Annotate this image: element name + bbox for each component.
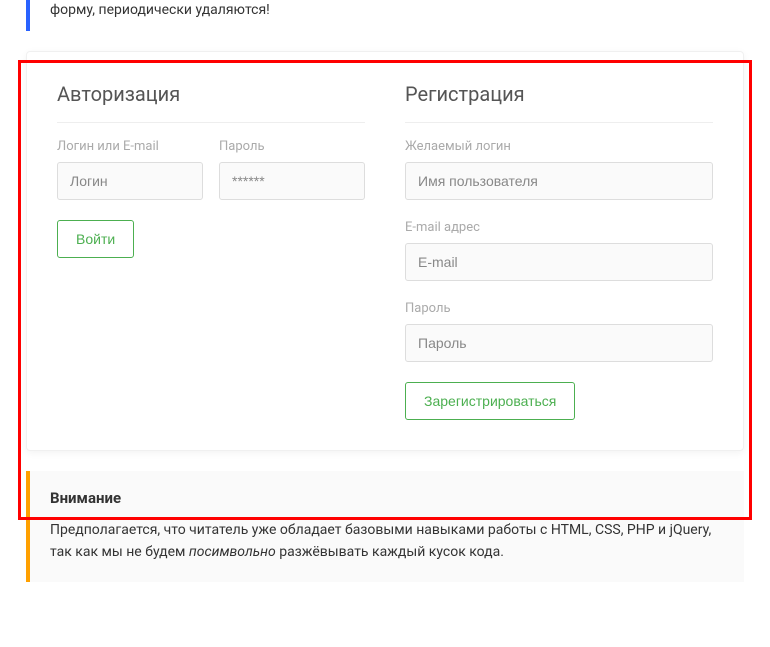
register-email-input[interactable] (405, 243, 713, 281)
top-notice: форму, периодически удаляются! (26, 0, 744, 31)
auth-password-label: Пароль (219, 139, 365, 154)
warning-text-after: разжёвывать каждый кусок кода. (276, 544, 504, 560)
warning-notice: Внимание Предполагается, что читатель уж… (26, 471, 744, 582)
register-password-input[interactable] (405, 324, 713, 362)
register-email-label: E-mail адрес (405, 220, 713, 235)
auth-login-input[interactable] (57, 162, 203, 200)
auth-password-input[interactable] (219, 162, 365, 200)
warning-text-italic: посимвольно (189, 544, 276, 560)
auth-login-label: Логин или E-mail (57, 139, 203, 154)
register-login-label: Желаемый логин (405, 139, 713, 154)
warning-text: Предполагается, что читатель уже обладае… (50, 519, 724, 564)
register-login-input[interactable] (405, 162, 713, 200)
auth-title: Авторизация (57, 82, 365, 123)
register-password-label: Пароль (405, 301, 713, 316)
top-notice-text: форму, периодически удаляются! (50, 2, 270, 18)
auth-column: Авторизация Логин или E-mail Пароль Войт… (57, 82, 365, 420)
register-button[interactable]: Зарегистрироваться (405, 382, 575, 420)
register-column: Регистрация Желаемый логин E-mail адрес … (405, 82, 713, 420)
warning-title: Внимание (50, 489, 724, 507)
register-title: Регистрация (405, 82, 713, 123)
login-button[interactable]: Войти (57, 220, 134, 258)
auth-register-card: Авторизация Логин или E-mail Пароль Войт… (26, 51, 744, 451)
